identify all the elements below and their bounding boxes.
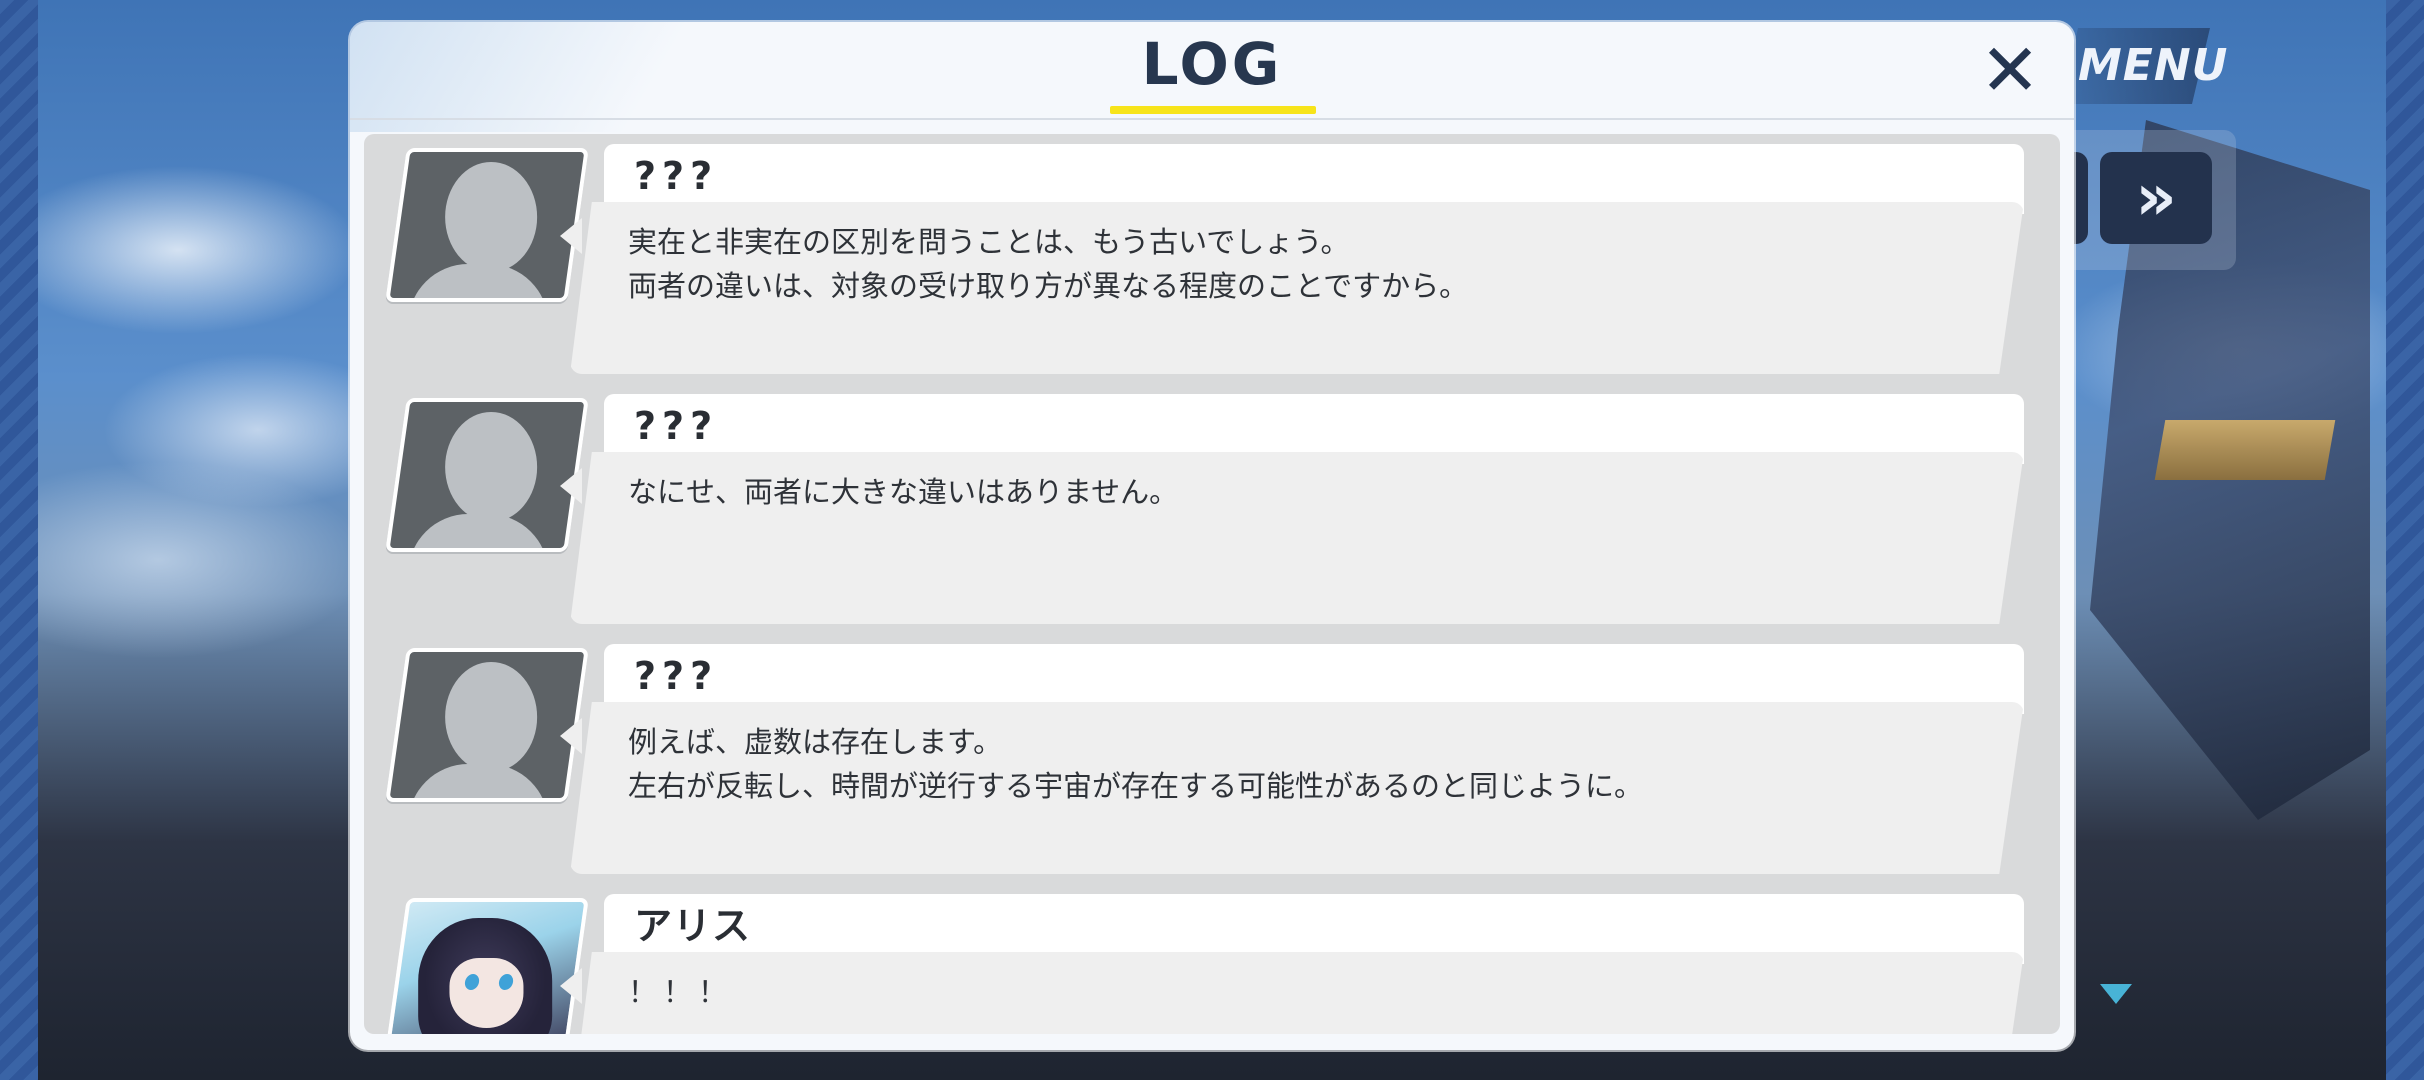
log-list[interactable]: ??? 実在と非実在の区別を問うことは、もう古いでしょう。 両者の違いは、対象の… xyxy=(364,134,2060,1034)
left-border-stripe xyxy=(0,0,38,1080)
silhouette-body xyxy=(408,264,549,302)
next-indicator-icon xyxy=(2100,984,2132,1004)
silhouette-body xyxy=(408,514,549,552)
silhouette-icon xyxy=(445,662,538,772)
dialog-header: LOG ✕ xyxy=(350,22,2074,120)
log-entry: ??? 例えば、虚数は存在します。 左右が反転し、時間が逆行する宇宙が存在する可… xyxy=(364,634,2060,874)
silhouette-icon xyxy=(445,162,538,272)
message-text: ！！！ xyxy=(628,975,734,1009)
silhouette-icon xyxy=(445,412,538,522)
speaker-portrait xyxy=(385,648,589,802)
close-button[interactable]: ✕ xyxy=(1972,32,2048,108)
message-text: なにせ、両者に大きな違いはありません。 xyxy=(628,475,1179,509)
speaker-name: ??? xyxy=(634,404,719,448)
menu-button-label[interactable]: MENU xyxy=(2078,36,2227,96)
message-text: 実在と非実在の区別を問うことは、もう古いでしょう。 両者の違いは、対象の受け取り… xyxy=(628,225,1469,303)
speaker-name: アリス xyxy=(634,904,752,948)
background-mech-detail xyxy=(2154,420,2336,480)
silhouette-body xyxy=(408,764,549,802)
message-text: 例えば、虚数は存在します。 左右が反転し、時間が逆行する宇宙が存在する可能性があ… xyxy=(628,725,1644,803)
fast-forward-icon: » xyxy=(2135,161,2177,235)
speaker-portrait xyxy=(385,398,589,552)
speaker-portrait xyxy=(385,898,589,1034)
log-dialog: LOG ✕ ??? 実在と非実在の区別を問うことは、もう古いでしょう。 両者の違… xyxy=(350,22,2074,1050)
right-border-stripe xyxy=(2386,0,2424,1080)
bubble-tail xyxy=(560,718,582,754)
close-icon: ✕ xyxy=(1979,28,2041,112)
speaker-name: ??? xyxy=(634,654,719,698)
log-entry: ??? なにせ、両者に大きな違いはありません。 xyxy=(364,384,2060,624)
bubble-tail xyxy=(560,218,582,254)
log-entry: アリス ！！！ xyxy=(364,884,2060,1034)
portrait-face xyxy=(449,958,524,1028)
bubble-tail xyxy=(560,968,582,1004)
speaker-portrait xyxy=(385,148,589,302)
bubble-tail xyxy=(560,468,582,504)
title-underline xyxy=(1110,106,1316,114)
log-entry: ??? 実在と非実在の区別を問うことは、もう古いでしょう。 両者の違いは、対象の… xyxy=(364,134,2060,374)
dialog-title: LOG xyxy=(1141,30,1283,98)
fast-forward-button[interactable]: » xyxy=(2100,152,2212,244)
speaker-name: ??? xyxy=(634,154,719,198)
